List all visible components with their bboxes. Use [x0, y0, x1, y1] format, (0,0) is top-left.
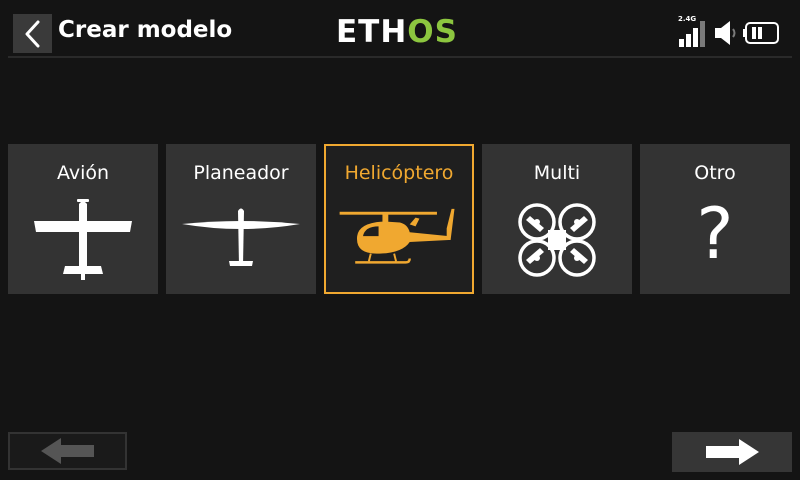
ethos-logo: ETH OS [336, 14, 458, 50]
back-button[interactable] [13, 14, 52, 53]
band-label: 2.4G [678, 15, 697, 23]
header-divider [8, 56, 792, 58]
header-bar: Crear modelo ETH OS 2.4G [0, 0, 800, 68]
arrow-right-icon [706, 439, 759, 465]
model-type-multi[interactable]: Multi [482, 144, 632, 294]
next-button[interactable] [672, 432, 792, 472]
brand-suffix: OS [407, 14, 458, 50]
glider-icon [182, 208, 300, 266]
battery-icon [743, 22, 779, 44]
model-type-label: Helicóptero [344, 162, 454, 184]
model-type-airplane[interactable]: Avión [8, 144, 158, 294]
model-type-label: Avión [56, 162, 110, 184]
helicopter-icon [339, 208, 455, 264]
model-type-label: Otro [694, 162, 736, 184]
previous-button[interactable] [8, 432, 127, 470]
multicopter-icon [518, 203, 596, 277]
chevron-left-icon [25, 20, 39, 47]
model-type-other[interactable]: Otro ? [640, 144, 790, 294]
model-type-label: Multi [533, 162, 581, 184]
model-type-label: Planeador [193, 162, 289, 184]
model-type-helicopter[interactable]: Helicóptero [324, 144, 474, 294]
brand-prefix: ETH [336, 14, 408, 50]
status-area: 2.4G [676, 15, 786, 47]
model-type-glider[interactable]: Planeador [166, 144, 316, 294]
page-title: Crear modelo [58, 17, 233, 43]
airplane-icon [34, 199, 132, 280]
arrow-left-icon [40, 438, 94, 464]
question-mark-icon: ? [696, 193, 734, 275]
speaker-icon [715, 21, 736, 45]
